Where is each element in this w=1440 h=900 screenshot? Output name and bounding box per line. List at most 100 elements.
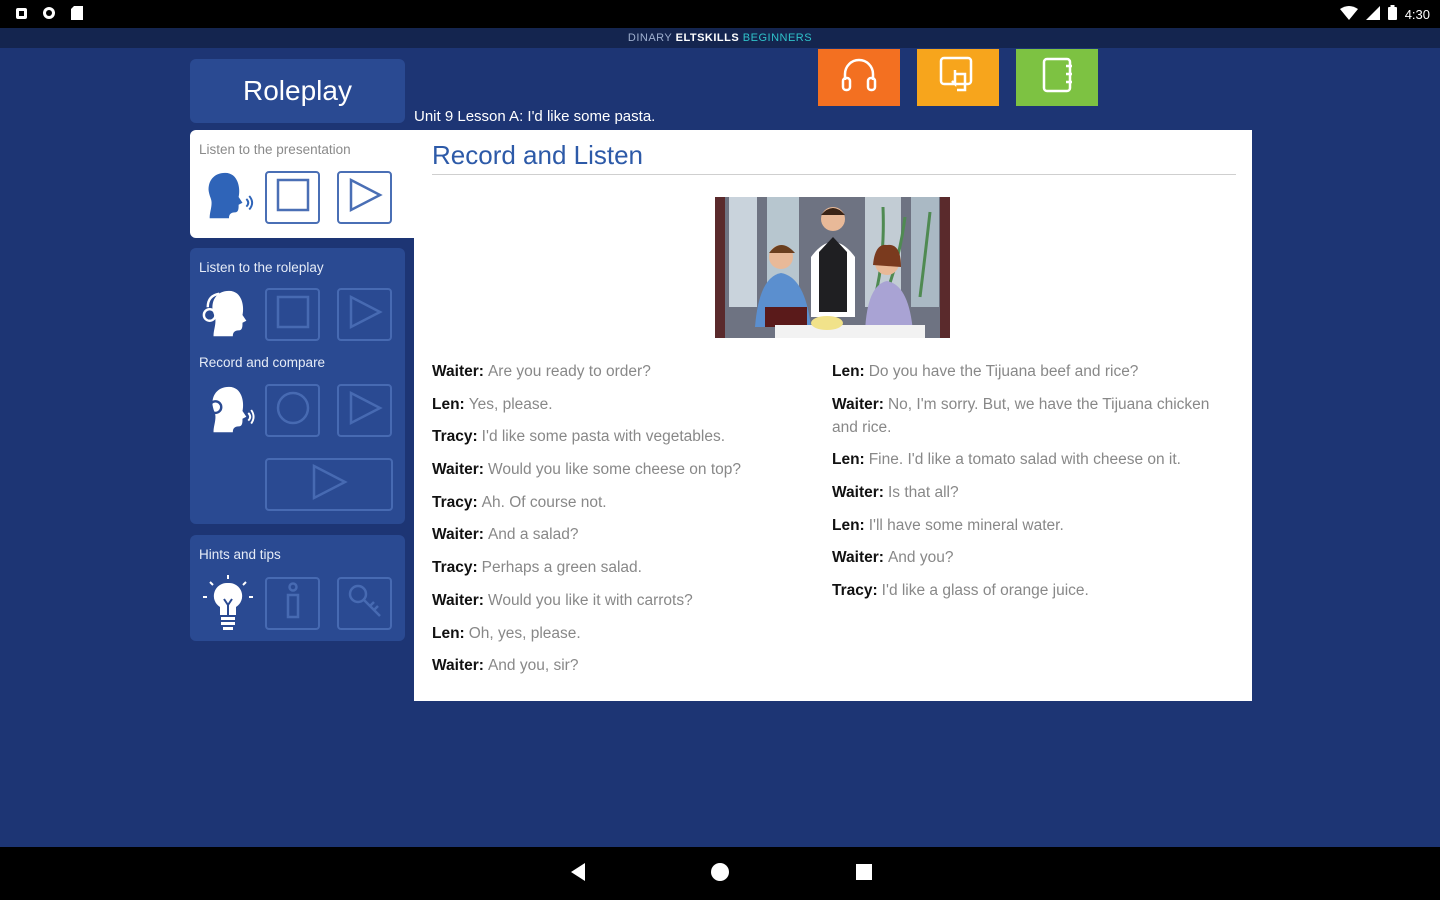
dialogue-line: Waiter: Is that all? — [832, 481, 1212, 504]
dialogue-text: I'll have some mineral water. — [868, 516, 1064, 534]
dialogue-line: Tracy: Perhaps a green salad. — [432, 556, 812, 579]
back-icon — [569, 862, 587, 887]
speaker-name: Waiter: — [432, 363, 484, 380]
dialogue-text: Are you ready to order? — [487, 363, 651, 380]
dialogue-line: Tracy: I'd like some pasta with vegetable… — [432, 425, 812, 448]
speaker-name: Len: — [432, 395, 465, 413]
presentation-play-button[interactable] — [337, 171, 392, 224]
dialogue-text: Fine. I'd like a tomato salad with chees… — [868, 451, 1181, 469]
brand-bar: DINARY ELTSKILLS BEGINNERS — [0, 28, 1440, 48]
dialogue-line: Len: I'll have some mineral water. — [832, 514, 1212, 537]
touch-icon — [937, 54, 979, 101]
play-icon — [347, 177, 383, 218]
headphones-icon — [838, 54, 880, 101]
speaker-name: Waiter: — [432, 461, 484, 479]
dialogue-line: Len: Fine. I'd like a tomato salad with c… — [832, 448, 1212, 471]
info-icon — [283, 582, 303, 625]
back-button[interactable] — [565, 861, 591, 887]
speaker-name: Len: — [832, 516, 865, 534]
dialogue-line: Waiter: And a salad? — [432, 523, 812, 546]
recents-icon — [855, 863, 873, 886]
navigation-bar — [0, 847, 1440, 900]
play-icon — [347, 390, 383, 431]
speaker-name: Waiter: — [832, 395, 884, 413]
dialogue-text: And you, sir? — [487, 657, 579, 675]
speaker-name: Tracy: — [832, 582, 878, 600]
speaker-name: Tracy: — [432, 559, 478, 577]
speaker-name: Waiter: — [432, 657, 484, 675]
speaker-name: Waiter: — [432, 591, 484, 609]
presentation-stop-button[interactable] — [265, 171, 320, 224]
sd-card-icon — [70, 6, 84, 20]
dialogue-left-column: Waiter: Are you ready to order? Len: Yes, p… — [432, 360, 812, 687]
dialogue-line: Waiter: Would you like some cheese on top… — [432, 458, 812, 481]
dialogue-line: Waiter: No, I'm sorry. But, we have the T… — [832, 393, 1212, 439]
sync-icon — [42, 6, 56, 20]
brand-part-2: ELTSKILLS — [675, 32, 743, 44]
play-icon — [347, 294, 383, 335]
dialogue-text: Ah. Of course not. — [481, 493, 607, 511]
dialogue-text: Is that all? — [887, 484, 959, 502]
listening-head-icon — [200, 286, 256, 342]
lightbulb-icon — [200, 575, 256, 631]
roleplay-label: Listen to the roleplay — [199, 260, 324, 275]
dialogue-text: And you? — [887, 549, 954, 567]
record-label: Record and compare — [199, 355, 326, 370]
title-divider — [432, 174, 1236, 175]
dialogue-line: Waiter: And you? — [832, 546, 1212, 569]
recents-button[interactable] — [851, 861, 877, 887]
wifi-icon — [1339, 5, 1358, 23]
lesson-title: Unit 9 Lesson A: I'd like some pasta. — [414, 108, 656, 125]
presentation-label: Listen to the presentation — [199, 142, 351, 157]
hints-card: Hints and tips — [190, 535, 405, 641]
speaker-name: Tracy: — [432, 493, 478, 511]
stop-icon — [276, 178, 310, 217]
speaker-name: Len: — [832, 363, 865, 380]
key-button[interactable] — [337, 577, 392, 630]
dialogue-line: Tracy: I'd like a glass of orange juice. — [832, 579, 1212, 602]
roleplay-play-button[interactable] — [337, 288, 392, 341]
speaker-name: Waiter: — [832, 549, 884, 567]
home-icon — [710, 862, 730, 887]
dialogue-text: Yes, please. — [468, 395, 553, 413]
dialogue-line: Waiter: Would you like it with carrots? — [432, 589, 812, 612]
roleplay-tab[interactable]: Roleplay — [190, 59, 405, 123]
speaking-head-icon — [200, 168, 256, 224]
speaker-name: Tracy: — [432, 428, 478, 446]
hints-label: Hints and tips — [199, 547, 281, 562]
dialogue-text: Oh, yes, please. — [468, 624, 581, 642]
key-icon — [346, 582, 384, 625]
notification-icon — [14, 6, 28, 20]
presentation-card: Listen to the presentation — [190, 130, 414, 238]
notebook-icon — [1036, 54, 1078, 101]
headphones-button[interactable] — [818, 49, 900, 106]
dialogue-line: Tracy: Ah. Of course not. — [432, 491, 812, 514]
status-bar: 4:30 — [0, 0, 1440, 28]
dialogue-line: Len: Oh, yes, please. — [432, 622, 812, 645]
notebook-button[interactable] — [1016, 49, 1098, 106]
record-button[interactable] — [265, 384, 320, 437]
speaker-name: Waiter: — [832, 484, 884, 502]
record-play-button[interactable] — [337, 384, 392, 437]
dialogue-line: Waiter: Are you ready to order? — [432, 360, 812, 383]
roleplay-stop-button[interactable] — [265, 288, 320, 341]
compare-play-button[interactable] — [265, 458, 393, 511]
brand-part-1: DINARY — [627, 32, 676, 44]
info-button[interactable] — [265, 577, 320, 630]
record-icon — [275, 390, 311, 431]
play-icon — [310, 463, 348, 506]
dialogue-line: Len: Yes, please. — [432, 393, 812, 416]
dialogue-line: Waiter: And you, sir? — [432, 654, 812, 677]
restaurant-scene-image — [715, 197, 950, 338]
touch-button[interactable] — [917, 49, 999, 106]
battery-icon — [1387, 5, 1397, 23]
brand-part-3: BEGINNERS — [742, 32, 813, 44]
dialogue-text: I'd like a glass of orange juice. — [881, 582, 1089, 600]
dialogue-text: No, I'm sorry. But, we have the Tijuana … — [832, 395, 1210, 436]
home-button[interactable] — [707, 861, 733, 887]
dialogue-line: Len: Do you have the Tijuana beef and ric… — [832, 360, 1212, 383]
dialogue-text: I'd like some pasta with vegetables. — [481, 428, 726, 446]
content-panel: Record and Listen Waiter: Are you ready … — [414, 130, 1252, 701]
dialogue-right-column: Len: Do you have the Tijuana beef and ric… — [832, 360, 1212, 612]
dialogue-text: Would you like some cheese on top? — [487, 461, 742, 479]
